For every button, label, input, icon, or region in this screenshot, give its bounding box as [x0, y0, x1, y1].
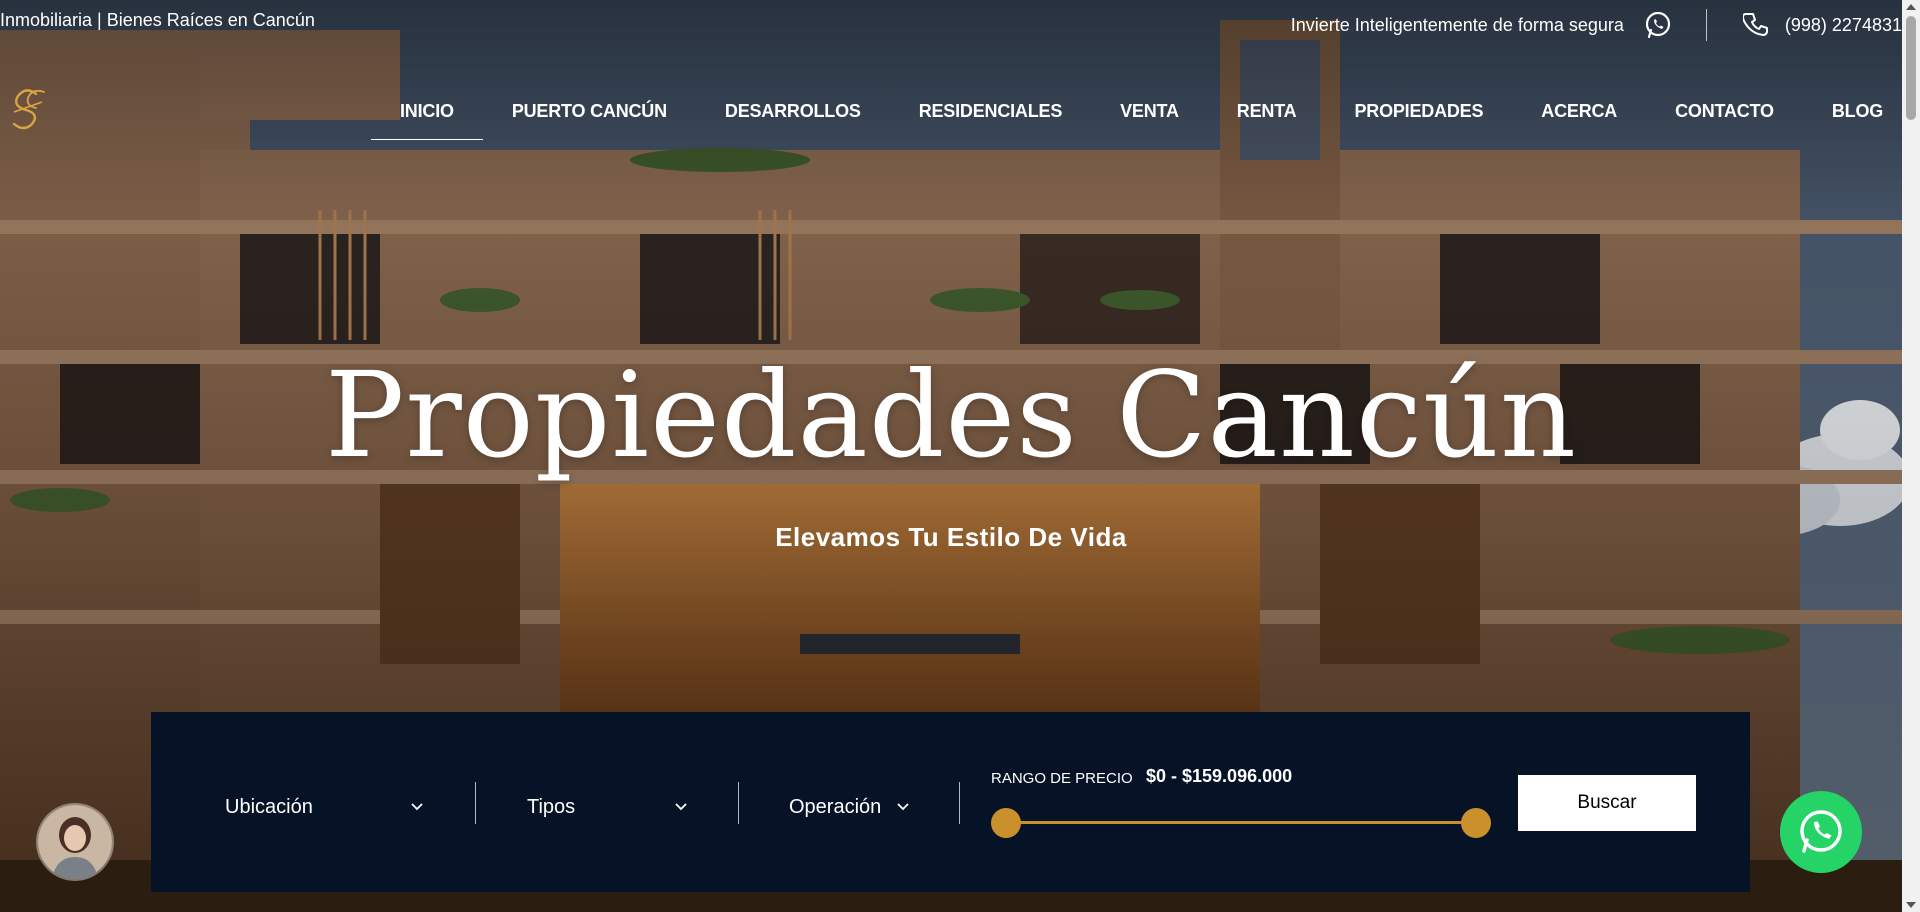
tagline: Invierte Inteligentemente de forma segur…	[1290, 14, 1624, 35]
divider	[475, 782, 476, 824]
logo-icon[interactable]	[8, 86, 48, 130]
agent-avatar[interactable]	[38, 805, 112, 879]
nav-item-residenciales[interactable]: RESIDENCIALES	[890, 98, 1091, 140]
slider-track[interactable]	[1005, 821, 1477, 824]
nav-item-puerto-cancun[interactable]: PUERTO CANCÚN	[483, 98, 696, 140]
chevron-down-icon	[675, 803, 687, 811]
nav-item-venta[interactable]: VENTA	[1091, 98, 1208, 140]
price-range-slider[interactable]	[991, 808, 1491, 838]
whatsapp-float-icon	[1800, 810, 1842, 853]
nav-item-inicio[interactable]: INICIO	[371, 98, 483, 140]
whatsapp-icon[interactable]	[1644, 11, 1672, 39]
nav-item-desarrollos[interactable]: DESARROLLOS	[696, 98, 890, 140]
slider-min-handle[interactable]	[991, 808, 1021, 838]
nav-item-contacto[interactable]: CONTACTO	[1646, 98, 1803, 140]
search-button[interactable]: Buscar	[1518, 775, 1696, 831]
scroll-down-arrow[interactable]	[1906, 902, 1916, 908]
top-contact-bar: Invierte Inteligentemente de forma segur…	[1290, 9, 1902, 41]
nav-item-renta[interactable]: RENTA	[1208, 98, 1326, 140]
operation-dropdown[interactable]: Operación	[789, 782, 919, 832]
price-range-label: RANGO DE PRECIO	[991, 770, 1133, 787]
page-scrollbar[interactable]	[1902, 0, 1920, 912]
scrollbar-thumb[interactable]	[1906, 16, 1916, 120]
nav-item-blog[interactable]: BLOG	[1803, 98, 1912, 140]
slider-max-handle[interactable]	[1461, 808, 1491, 838]
operation-dropdown-label: Operación	[789, 795, 882, 818]
location-dropdown-label: Ubicación	[225, 795, 313, 818]
types-dropdown[interactable]: Tipos	[527, 782, 687, 832]
hero-subtitle: Elevamos Tu Estilo De Vida	[775, 522, 1127, 552]
nav-item-propiedades[interactable]: PROPIEDADES	[1325, 98, 1512, 140]
price-range-value: $0 - $159.096.000	[1146, 766, 1293, 786]
types-dropdown-label: Tipos	[527, 795, 576, 818]
divider	[1705, 9, 1707, 41]
phone-number[interactable]: (998) 2274831	[1785, 15, 1902, 36]
scroll-up-arrow[interactable]	[1906, 4, 1916, 10]
phone-icon[interactable]	[1741, 12, 1769, 38]
chevron-down-icon	[411, 803, 423, 811]
property-search-panel: Ubicación Tipos Operación RANGO DE PRECI…	[151, 712, 1750, 892]
location-dropdown[interactable]: Ubicación	[225, 782, 423, 832]
divider	[959, 782, 960, 824]
whatsapp-float-button[interactable]	[1780, 791, 1862, 873]
hero-title: Propiedades Cancún	[325, 346, 1577, 484]
site-label: Inmobiliaria | Bienes Raíces en Cancún	[0, 10, 315, 30]
main-nav: INICIO PUERTO CANCÚN DESARROLLOS RESIDEN…	[371, 98, 1912, 140]
divider	[738, 782, 739, 824]
nav-item-acerca[interactable]: ACERCA	[1512, 98, 1646, 140]
chevron-down-icon	[897, 803, 909, 811]
